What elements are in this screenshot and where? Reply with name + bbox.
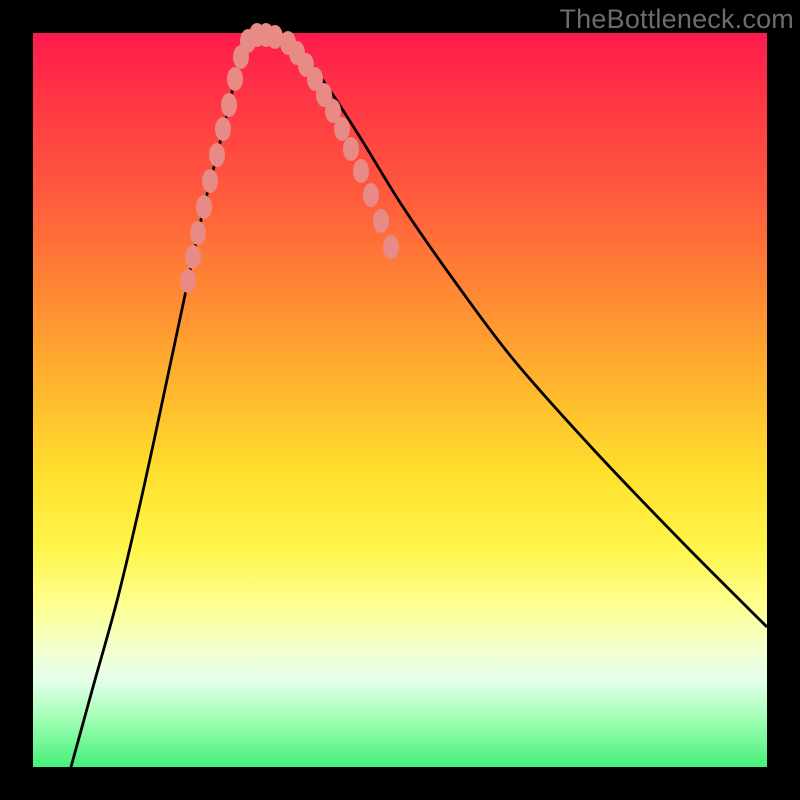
chart-svg [33, 33, 767, 767]
curve-marker [209, 143, 225, 167]
curve-marker [196, 195, 212, 219]
bottleneck-curve [71, 35, 767, 767]
curve-marker [343, 137, 359, 161]
curve-marker [215, 117, 231, 141]
markers-left-group [180, 23, 283, 293]
markers-right-group [280, 31, 399, 259]
curve-marker [373, 209, 389, 233]
curve-marker [185, 245, 201, 269]
watermark-text: TheBottleneck.com [559, 4, 794, 35]
curve-marker [353, 159, 369, 183]
curve-marker [221, 93, 237, 117]
curve-marker [227, 67, 243, 91]
curve-marker [180, 269, 196, 293]
curve-marker [363, 183, 379, 207]
curve-marker [190, 221, 206, 245]
chart-frame: TheBottleneck.com [0, 0, 800, 800]
curve-marker [202, 169, 218, 193]
curve-marker [334, 117, 350, 141]
curve-marker [383, 235, 399, 259]
